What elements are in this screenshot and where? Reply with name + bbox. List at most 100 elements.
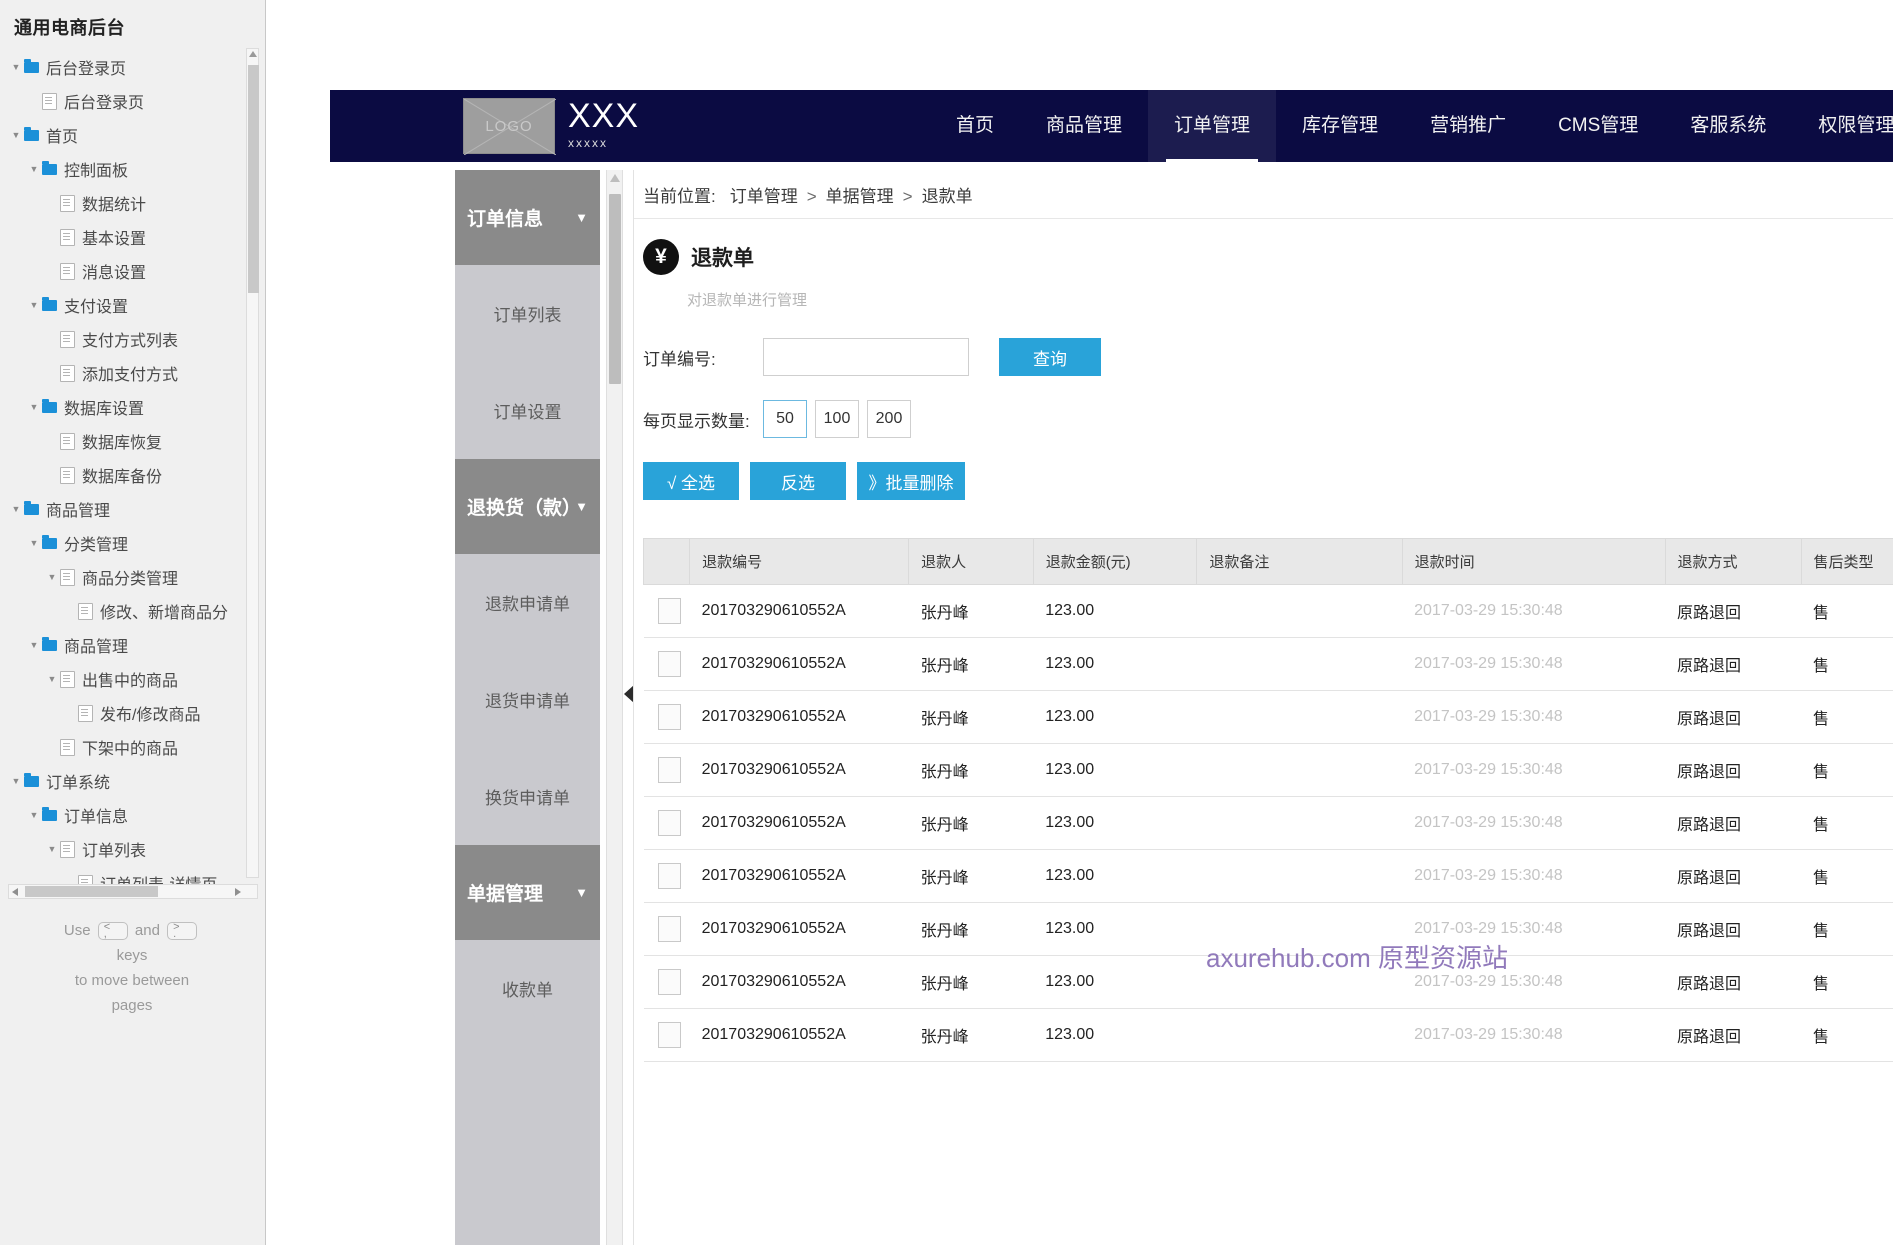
page-icon <box>60 467 75 484</box>
chevron-down-icon[interactable]: ▼ <box>8 504 24 514</box>
accordion-item[interactable]: 订单列表 <box>455 265 600 362</box>
accordion-item[interactable]: 收款单 <box>455 940 600 1037</box>
row-checkbox[interactable] <box>658 757 681 783</box>
breadcrumb-items[interactable]: 订单管理>单据管理>退款单 <box>730 182 973 207</box>
sitemap-node-label: 支付方式列表 <box>82 327 178 351</box>
row-checkbox[interactable] <box>658 598 681 624</box>
row-checkbox[interactable] <box>658 704 681 730</box>
sitemap-node-folder[interactable]: ▼支付设置 <box>2 288 265 322</box>
chevron-down-icon[interactable]: ▼ <box>575 499 588 514</box>
scroll-up-arrow-icon[interactable] <box>249 51 257 57</box>
sitemap-node-page[interactable]: ▼修改、新增商品分 <box>2 594 265 628</box>
sitemap-node-page[interactable]: ▼发布/修改商品 <box>2 696 265 730</box>
chevron-down-icon[interactable]: ▼ <box>8 62 24 72</box>
sitemap-tree[interactable]: ▼后台登录页▼后台登录页▼首页▼控制面板▼数据统计▼基本设置▼消息设置▼支付设置… <box>0 50 265 900</box>
search-button[interactable]: 查询 <box>999 338 1101 376</box>
sitemap-node-folder[interactable]: ▼商品管理 <box>2 628 265 662</box>
sitemap-node-page[interactable]: ▼订单列表 <box>2 832 265 866</box>
nav-item-5[interactable]: CMS管理 <box>1532 90 1664 162</box>
scroll-right-arrow-icon[interactable] <box>235 888 241 896</box>
nav-item-7[interactable]: 权限管理 <box>1792 90 1893 162</box>
breadcrumb-item[interactable]: 单据管理 <box>826 187 894 206</box>
secondary-sidebar[interactable]: 订单信息▼订单列表订单设置退换货（款）▼退款申请单退货申请单换货申请单单据管理▼… <box>455 170 600 1245</box>
sitemap-node-folder[interactable]: ▼控制面板 <box>2 152 265 186</box>
accordion-item[interactable]: 换货申请单 <box>455 748 600 845</box>
row-checkbox[interactable] <box>658 810 681 836</box>
row-checkbox[interactable] <box>658 916 681 942</box>
chevron-down-icon[interactable]: ▼ <box>26 640 42 650</box>
row-checkbox[interactable] <box>658 1022 681 1048</box>
chevron-down-icon[interactable]: ▼ <box>26 164 42 174</box>
secondary-sidebar-scroll-thumb[interactable] <box>609 194 621 384</box>
chevron-down-icon[interactable]: ▼ <box>8 130 24 140</box>
chevron-down-icon[interactable]: ▼ <box>575 210 588 225</box>
sitemap-node-folder[interactable]: ▼后台登录页 <box>2 50 265 84</box>
main-menu[interactable]: 首页商品管理订单管理库存管理营销推广CMS管理客服系统权限管理 <box>930 90 1893 162</box>
folder-icon <box>42 640 57 651</box>
page-icon <box>60 433 75 450</box>
sitemap-node-folder[interactable]: ▼订单系统 <box>2 764 265 798</box>
sitemap-node-folder[interactable]: ▼数据库设置 <box>2 390 265 424</box>
cell-id: 201703290610552A <box>690 691 909 744</box>
sitemap-node-page[interactable]: ▼商品分类管理 <box>2 560 265 594</box>
sitemap-node-page[interactable]: ▼数据统计 <box>2 186 265 220</box>
scroll-up-arrow-icon[interactable] <box>610 174 620 182</box>
row-checkbox[interactable] <box>658 863 681 889</box>
breadcrumb-item[interactable]: 退款单 <box>922 187 973 206</box>
sitemap-node-page[interactable]: ▼数据库恢复 <box>2 424 265 458</box>
sitemap-vertical-scrollbar[interactable] <box>246 48 259 878</box>
accordion-item[interactable]: 订单设置 <box>455 362 600 459</box>
accordion-item[interactable]: 退款申请单 <box>455 554 600 651</box>
sitemap-vertical-scroll-thumb[interactable] <box>248 65 259 293</box>
chevron-down-icon[interactable]: ▼ <box>26 538 42 548</box>
nav-item-3[interactable]: 库存管理 <box>1276 90 1404 162</box>
chevron-down-icon[interactable]: ▼ <box>8 776 24 786</box>
chevron-down-icon[interactable]: ▼ <box>44 572 60 582</box>
sitemap-node-folder[interactable]: ▼分类管理 <box>2 526 265 560</box>
sitemap-node-folder[interactable]: ▼商品管理 <box>2 492 265 526</box>
accordion-header[interactable]: 单据管理▼ <box>455 845 600 940</box>
accordion-header[interactable]: 退换货（款）▼ <box>455 459 600 554</box>
chevron-down-icon[interactable]: ▼ <box>26 402 42 412</box>
page-size-options[interactable]: 50100200 <box>763 400 919 438</box>
cell-type: 售 <box>1801 797 1893 850</box>
chevron-down-icon[interactable]: ▼ <box>26 300 42 310</box>
sitemap-node-folder[interactable]: ▼订单信息 <box>2 798 265 832</box>
bulk-delete-button[interactable]: 》批量删除 <box>857 462 965 500</box>
sitemap-node-folder[interactable]: ▼首页 <box>2 118 265 152</box>
invert-selection-button[interactable]: 反选 <box>750 462 846 500</box>
breadcrumb-item[interactable]: 订单管理 <box>730 187 798 206</box>
order-no-input[interactable] <box>763 338 969 376</box>
sitemap-horizontal-scrollbar[interactable] <box>8 884 258 899</box>
nav-item-6[interactable]: 客服系统 <box>1664 90 1792 162</box>
page-size-option[interactable]: 50 <box>763 400 807 438</box>
nav-item-1[interactable]: 商品管理 <box>1020 90 1148 162</box>
sitemap-node-page[interactable]: ▼消息设置 <box>2 254 265 288</box>
chevron-down-icon[interactable]: ▼ <box>575 885 588 900</box>
nav-item-2[interactable]: 订单管理 <box>1148 90 1276 162</box>
sitemap-node-page[interactable]: ▼下架中的商品 <box>2 730 265 764</box>
accordion-item[interactable]: 退货申请单 <box>455 651 600 748</box>
sitemap-node-page[interactable]: ▼支付方式列表 <box>2 322 265 356</box>
chevron-down-icon[interactable]: ▼ <box>44 674 60 684</box>
sitemap-node-page[interactable]: ▼基本设置 <box>2 220 265 254</box>
nav-item-0[interactable]: 首页 <box>930 90 1020 162</box>
nav-item-4[interactable]: 营销推广 <box>1404 90 1532 162</box>
secondary-sidebar-scrollbar[interactable] <box>606 170 623 1245</box>
page-size-option[interactable]: 100 <box>815 400 859 438</box>
chevron-down-icon[interactable]: ▼ <box>44 844 60 854</box>
accordion-header[interactable]: 订单信息▼ <box>455 170 600 265</box>
scroll-left-arrow-icon[interactable] <box>12 888 18 896</box>
sitemap-node-page[interactable]: ▼数据库备份 <box>2 458 265 492</box>
sitemap-node-page[interactable]: ▼后台登录页 <box>2 84 265 118</box>
row-checkbox[interactable] <box>658 651 681 677</box>
accordion-header-label: 退换货（款） <box>467 493 575 520</box>
chevron-down-icon[interactable]: ▼ <box>26 810 42 820</box>
cell-who: 张丹峰 <box>909 638 1034 691</box>
sitemap-node-page[interactable]: ▼出售中的商品 <box>2 662 265 696</box>
row-checkbox[interactable] <box>658 969 681 995</box>
page-size-option[interactable]: 200 <box>867 400 911 438</box>
sitemap-horizontal-scroll-thumb[interactable] <box>25 886 158 897</box>
select-all-button[interactable]: √ 全选 <box>643 462 739 500</box>
sitemap-node-page[interactable]: ▼添加支付方式 <box>2 356 265 390</box>
